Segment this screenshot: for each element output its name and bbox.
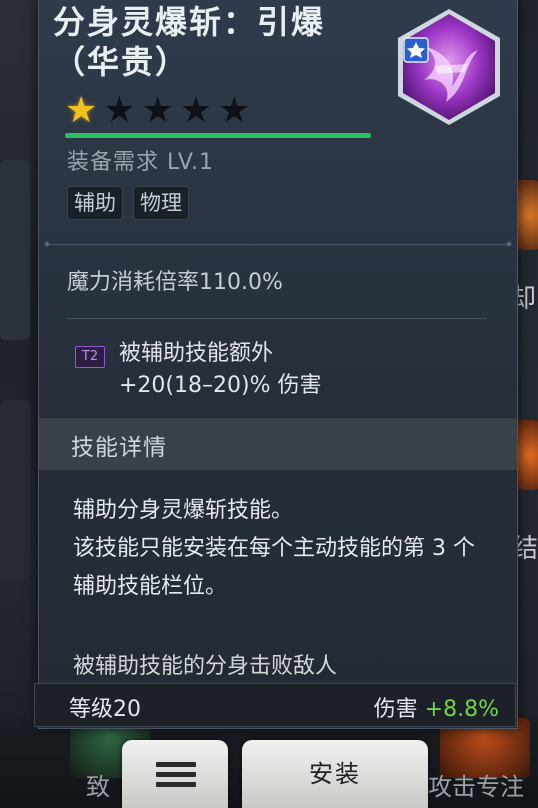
star-empty-icon: ★ xyxy=(179,90,213,131)
damage-stat: 伤害 +8.8% xyxy=(374,691,499,723)
mana-cost-multiplier: 魔力消耗倍率110.0% xyxy=(67,270,283,295)
skill-level: 等级20 xyxy=(69,697,141,722)
skill-details-header: 技能详情 xyxy=(39,418,517,470)
star-rating: ★ ★ ★ ★ ★ xyxy=(65,92,250,130)
star-empty-icon: ★ xyxy=(103,90,136,131)
star-filled-icon: ★ xyxy=(65,90,98,131)
star-empty-icon: ★ xyxy=(218,90,251,131)
desc-overflow-text[interactable]: 被辅助技能的分身击败敌人 xyxy=(73,648,493,682)
skill-tags: 辅助 物理 xyxy=(67,186,189,220)
divider xyxy=(47,244,509,245)
divider xyxy=(67,318,487,319)
menu-button[interactable] xyxy=(122,740,228,808)
tier-bonus-line2: +20(18–20)% 伤害 xyxy=(119,373,322,398)
skill-gem-icon xyxy=(394,6,504,128)
skill-tooltip-panel: 分身灵爆斩：引爆（华贵） ★★★★★ 装备需求 LV.1 辅助 物理 魔 xyxy=(38,0,518,729)
desc-line: 该技能只能安装在每个主动技能的第 3 个辅助技能栏位。 xyxy=(73,536,475,599)
tag-support: 辅助 xyxy=(67,186,123,220)
tag-physical: 物理 xyxy=(133,186,189,220)
tier-bonus-line1: 被辅助技能额外 xyxy=(119,341,274,366)
skill-details-title: 技能详情 xyxy=(71,435,167,461)
left-skill-slot xyxy=(0,400,30,580)
tier-badge: T2 xyxy=(75,346,105,368)
install-button-label: 安装 xyxy=(309,760,361,788)
xp-progress-fill xyxy=(65,133,371,138)
damage-label: 伤害 xyxy=(373,697,418,722)
equip-requirement: 装备需求 LV.1 xyxy=(67,150,215,175)
bottom-label-left: 致 xyxy=(86,773,110,801)
damage-value: +8.8% xyxy=(424,697,499,722)
hamburger-icon xyxy=(156,762,196,792)
skill-description: 辅助分身灵爆斩技能。 该技能只能安装在每个主动技能的第 3 个辅助技能栏位。 xyxy=(73,492,483,606)
tier-bonus-text: 被辅助技能额外 +20(18–20)% 伤害 xyxy=(119,338,419,402)
install-button[interactable]: 安装 xyxy=(242,740,428,808)
level-stat-bar: 等级20 伤害 +8.8% xyxy=(34,683,516,727)
left-skill-slot xyxy=(0,160,30,340)
desc-line: 辅助分身灵爆斩技能。 xyxy=(73,498,294,523)
skill-title: 分身灵爆斩：引爆（华贵） xyxy=(53,3,326,81)
star-empty-icon: ★ xyxy=(141,90,174,131)
xp-progress-bar xyxy=(65,133,371,138)
bottom-label-right: 攻击专注 xyxy=(428,773,524,801)
